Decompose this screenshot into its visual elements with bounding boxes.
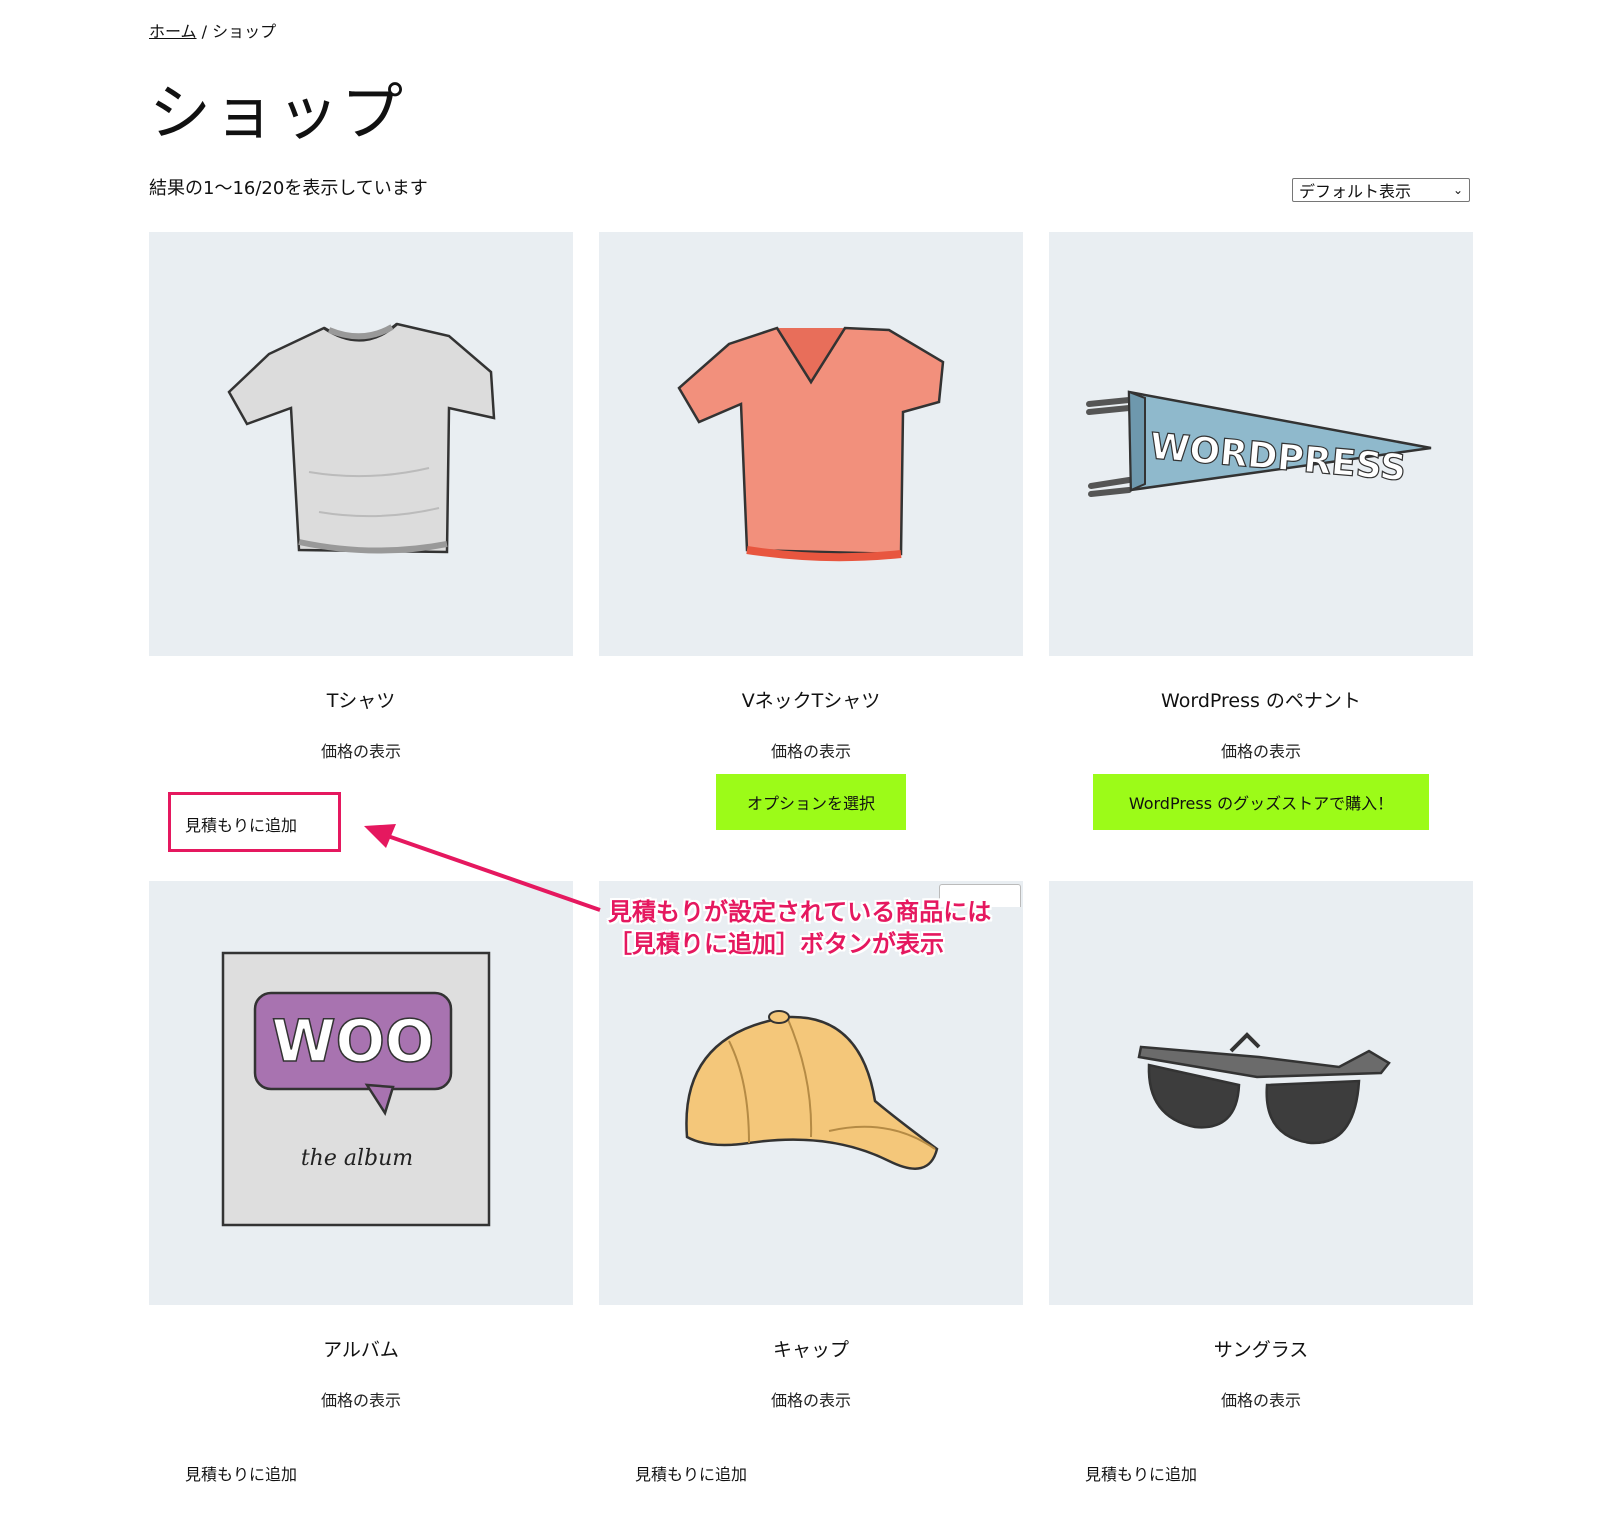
annotation-callout: 見積もりが設定されている商品には ［見積りに追加］ボタンが表示 — [608, 896, 991, 960]
product-card-tshirt: Tシャツ 価格の表示 見積もりに追加 — [149, 232, 573, 835]
product-name[interactable]: アルバム — [149, 1335, 573, 1362]
annotation-highlight-box — [168, 792, 341, 852]
product-name[interactable]: サングラス — [1049, 1335, 1473, 1362]
breadcrumb: ホーム / ショップ — [149, 18, 276, 42]
product-name[interactable]: キャップ — [599, 1335, 1023, 1362]
result-count: 結果の1〜16/20を表示しています — [149, 178, 428, 199]
product-price: 価格の表示 — [1220, 742, 1301, 761]
product-price: 価格の表示 — [320, 1391, 401, 1410]
product-image-tshirt[interactable] — [149, 232, 573, 656]
product-image-vneck[interactable] — [599, 232, 1023, 656]
add-to-quote-button[interactable]: 見積もりに追加 — [185, 1461, 297, 1485]
vneck-illustration — [677, 326, 945, 562]
add-to-quote-button[interactable]: 見積もりに追加 — [635, 1461, 747, 1485]
product-image-sunglasses[interactable] — [1049, 881, 1473, 1305]
breadcrumb-home-link[interactable]: ホーム — [149, 22, 197, 41]
product-price: 価格の表示 — [770, 1391, 851, 1410]
album-logo-text: WOO — [272, 1007, 435, 1075]
album-illustration: WOO the album — [221, 951, 491, 1227]
product-name[interactable]: WordPress のペナント — [1049, 686, 1473, 713]
product-card-album: WOO the album アルバム 価格の表示 見積もりに追加 — [149, 881, 573, 1484]
breadcrumb-current: ショップ — [212, 22, 277, 41]
tshirt-illustration — [227, 322, 496, 554]
product-price: 価格の表示 — [770, 742, 851, 761]
chevron-down-icon: ⌄ — [1452, 183, 1463, 197]
pennant-illustration: WORDPRESS — [1086, 390, 1432, 497]
sort-select[interactable]: デフォルト表示 ⌄ — [1292, 178, 1470, 202]
product-price: 価格の表示 — [320, 742, 401, 761]
annotation-line-2: ［見積りに追加］ボタンが表示 — [608, 930, 944, 958]
product-name[interactable]: Tシャツ — [149, 686, 573, 713]
select-options-button[interactable]: オプションを選択 — [716, 774, 906, 830]
product-name[interactable]: VネックTシャツ — [599, 686, 1023, 713]
product-card-pennant: WORDPRESS WordPress のペナント 価格の表示 WordPres… — [1049, 232, 1473, 830]
page-title: ショップ — [149, 76, 406, 149]
buy-at-store-button[interactable]: WordPress のグッズストアで購入！ — [1093, 774, 1429, 830]
sunglasses-illustration — [1137, 1032, 1391, 1145]
product-card-sunglasses: サングラス 価格の表示 見積もりに追加 — [1049, 881, 1473, 1484]
breadcrumb-separator: / — [196, 22, 213, 41]
product-image-album[interactable]: WOO the album — [149, 881, 573, 1305]
sort-selected-value: デフォルト表示 — [1299, 182, 1412, 201]
product-price: 価格の表示 — [1220, 1391, 1301, 1410]
add-to-quote-button[interactable]: 見積もりに追加 — [1085, 1461, 1197, 1485]
product-image-pennant[interactable]: WORDPRESS — [1049, 232, 1473, 656]
annotation-line-1: 見積もりが設定されている商品には — [608, 898, 992, 926]
product-card-vneck: VネックTシャツ 価格の表示 オプションを選択 — [599, 232, 1023, 830]
shop-page: ホーム / ショップ ショップ 結果の1〜16/20を表示しています デフォルト… — [149, 0, 1473, 1518]
album-subtitle: the album — [301, 1146, 413, 1171]
